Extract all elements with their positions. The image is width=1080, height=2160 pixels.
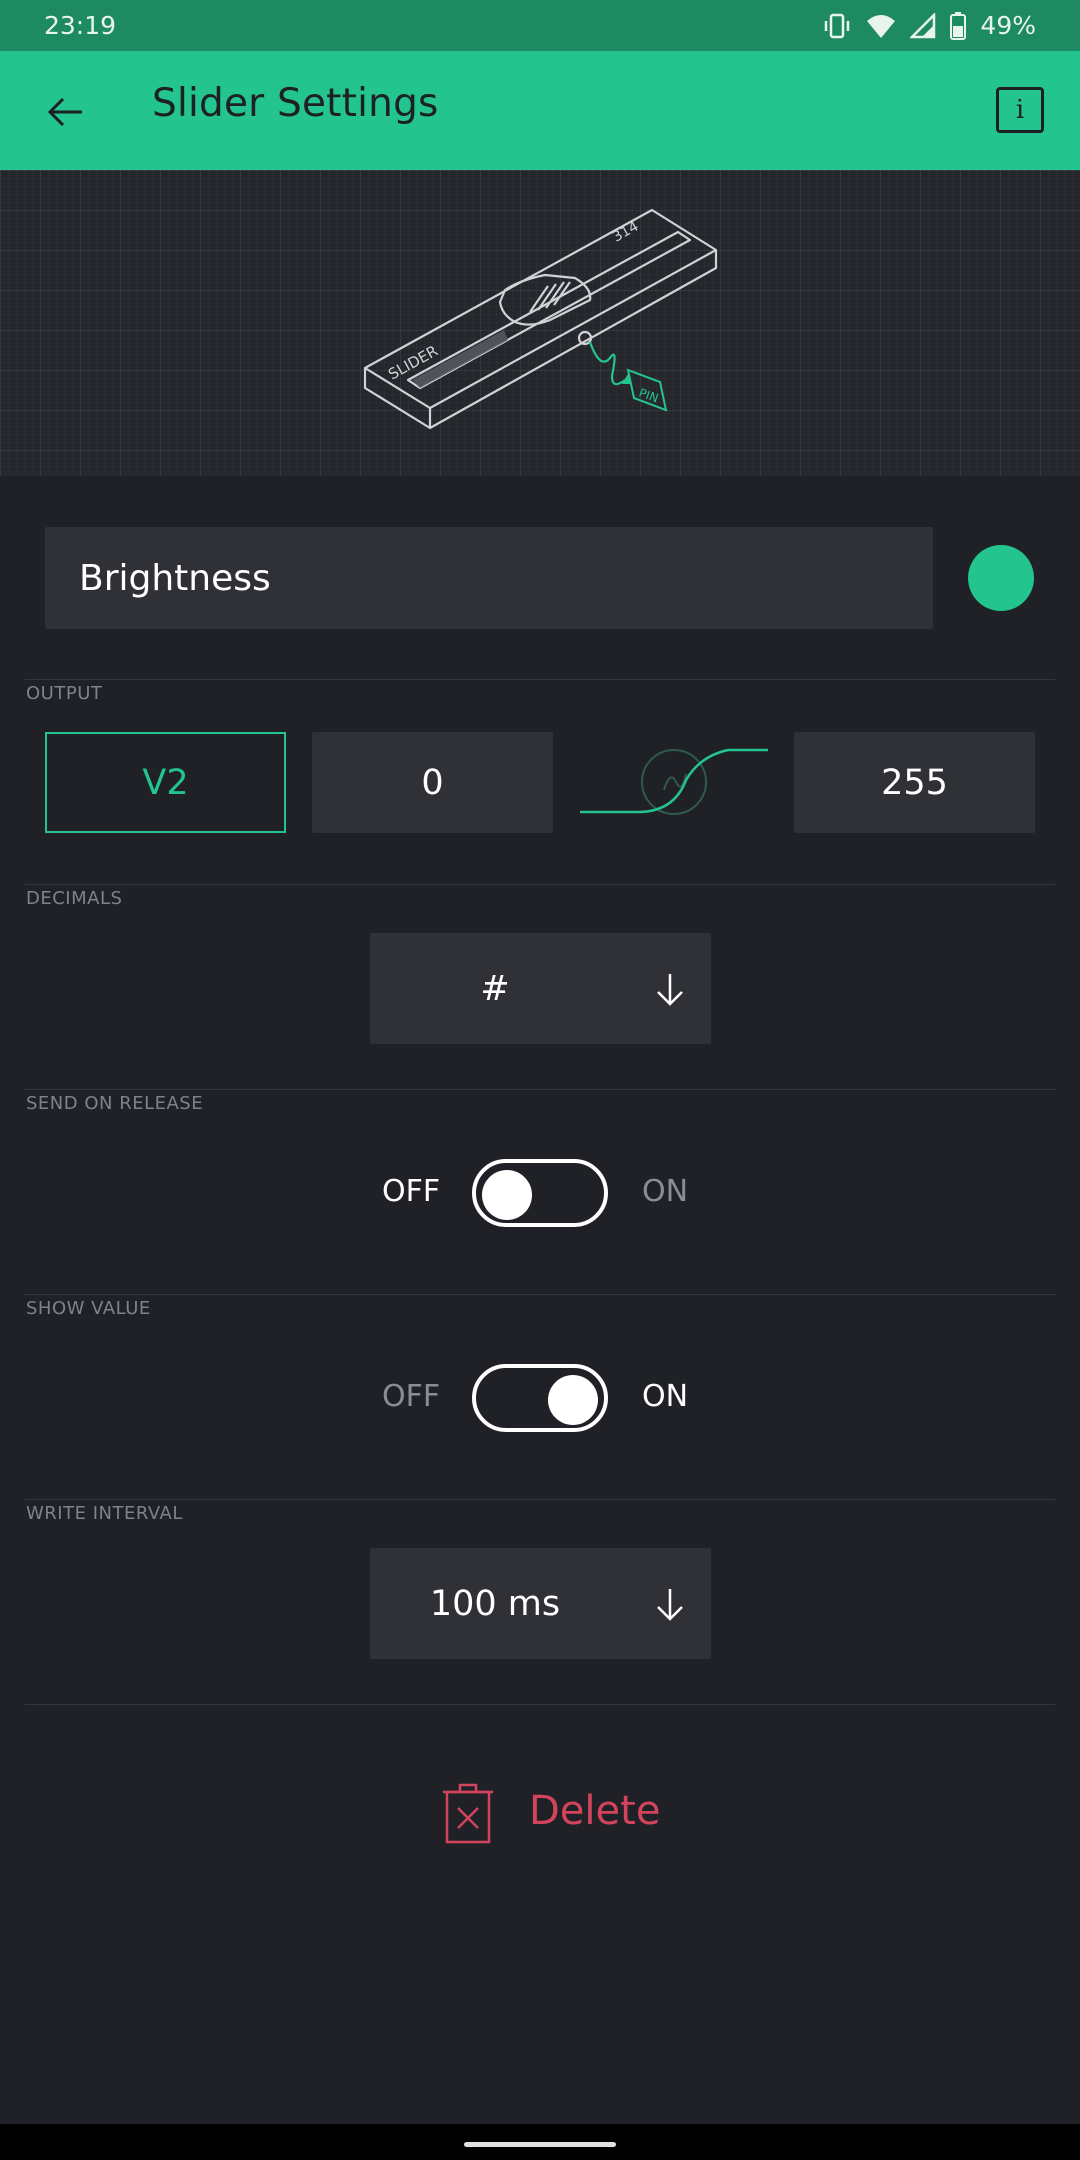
divider — [25, 1089, 1055, 1090]
write-interval-dropdown[interactable]: 100 ms — [370, 1548, 711, 1659]
send-on-release-row: OFF ON — [0, 1159, 1080, 1229]
status-icons: 49% — [822, 11, 1036, 40]
delete-button[interactable]: Delete — [440, 1782, 660, 1844]
arrow-down-icon — [657, 1589, 683, 1621]
arrow-left-icon — [47, 97, 82, 127]
divider — [25, 884, 1055, 885]
show-value-section-label: SHOW VALUE — [26, 1298, 151, 1319]
show-value-row: OFF ON — [0, 1364, 1080, 1434]
battery-icon — [950, 11, 967, 40]
write-interval-section-label: WRITE INTERVAL — [26, 1503, 183, 1524]
decimals-section-label: DECIMALS — [26, 888, 123, 909]
widget-illustration: SLIDER 314 PIN — [0, 170, 1080, 476]
output-max-input[interactable]: 255 — [794, 732, 1035, 833]
signal-icon — [910, 12, 936, 39]
widget-name-input[interactable]: Brightness — [45, 527, 933, 629]
home-gesture-handle[interactable] — [464, 2142, 616, 2147]
svg-text:PIN: PIN — [637, 386, 660, 406]
divider — [25, 1704, 1055, 1705]
system-navigation-bar — [0, 2124, 1080, 2160]
toggle-knob — [482, 1170, 532, 1220]
status-bar: 23:19 49% — [0, 0, 1080, 51]
divider — [25, 1294, 1055, 1295]
decimals-dropdown[interactable]: # — [370, 933, 711, 1044]
trash-icon — [443, 1783, 493, 1844]
mapping-curve-icon — [578, 740, 770, 824]
delete-label: Delete — [529, 1788, 661, 1834]
divider — [25, 1499, 1055, 1500]
back-button[interactable] — [38, 84, 94, 140]
svg-text:314: 314 — [610, 219, 641, 246]
page-title: Slider Settings — [152, 81, 439, 126]
show-value-toggle[interactable] — [472, 1364, 608, 1432]
battery-percent: 49% — [980, 11, 1036, 40]
vibrate-icon — [822, 13, 852, 39]
wifi-icon — [866, 13, 896, 39]
toggle-off-label: OFF — [382, 1379, 441, 1414]
color-picker[interactable] — [968, 545, 1034, 611]
toggle-off-label: OFF — [382, 1174, 441, 1209]
send-on-release-toggle[interactable] — [472, 1159, 608, 1227]
status-time: 23:19 — [44, 11, 117, 40]
info-button[interactable]: i — [996, 87, 1044, 133]
output-min-input[interactable]: 0 — [312, 732, 553, 833]
send-on-release-section-label: SEND ON RELEASE — [26, 1093, 204, 1114]
decimals-value: # — [480, 968, 510, 1009]
output-section-label: OUTPUT — [26, 683, 103, 704]
arrow-down-icon — [657, 974, 683, 1006]
divider — [25, 679, 1055, 680]
toggle-on-label: ON — [642, 1174, 689, 1209]
pin-selector[interactable]: V2 — [45, 732, 286, 833]
info-icon: i — [1015, 95, 1025, 125]
app-bar: Slider Settings i — [0, 51, 1080, 170]
write-interval-value: 100 ms — [429, 1583, 561, 1624]
toggle-knob — [548, 1375, 598, 1425]
slider-illustration: SLIDER 314 PIN — [363, 208, 718, 430]
toggle-on-label: ON — [642, 1379, 689, 1414]
